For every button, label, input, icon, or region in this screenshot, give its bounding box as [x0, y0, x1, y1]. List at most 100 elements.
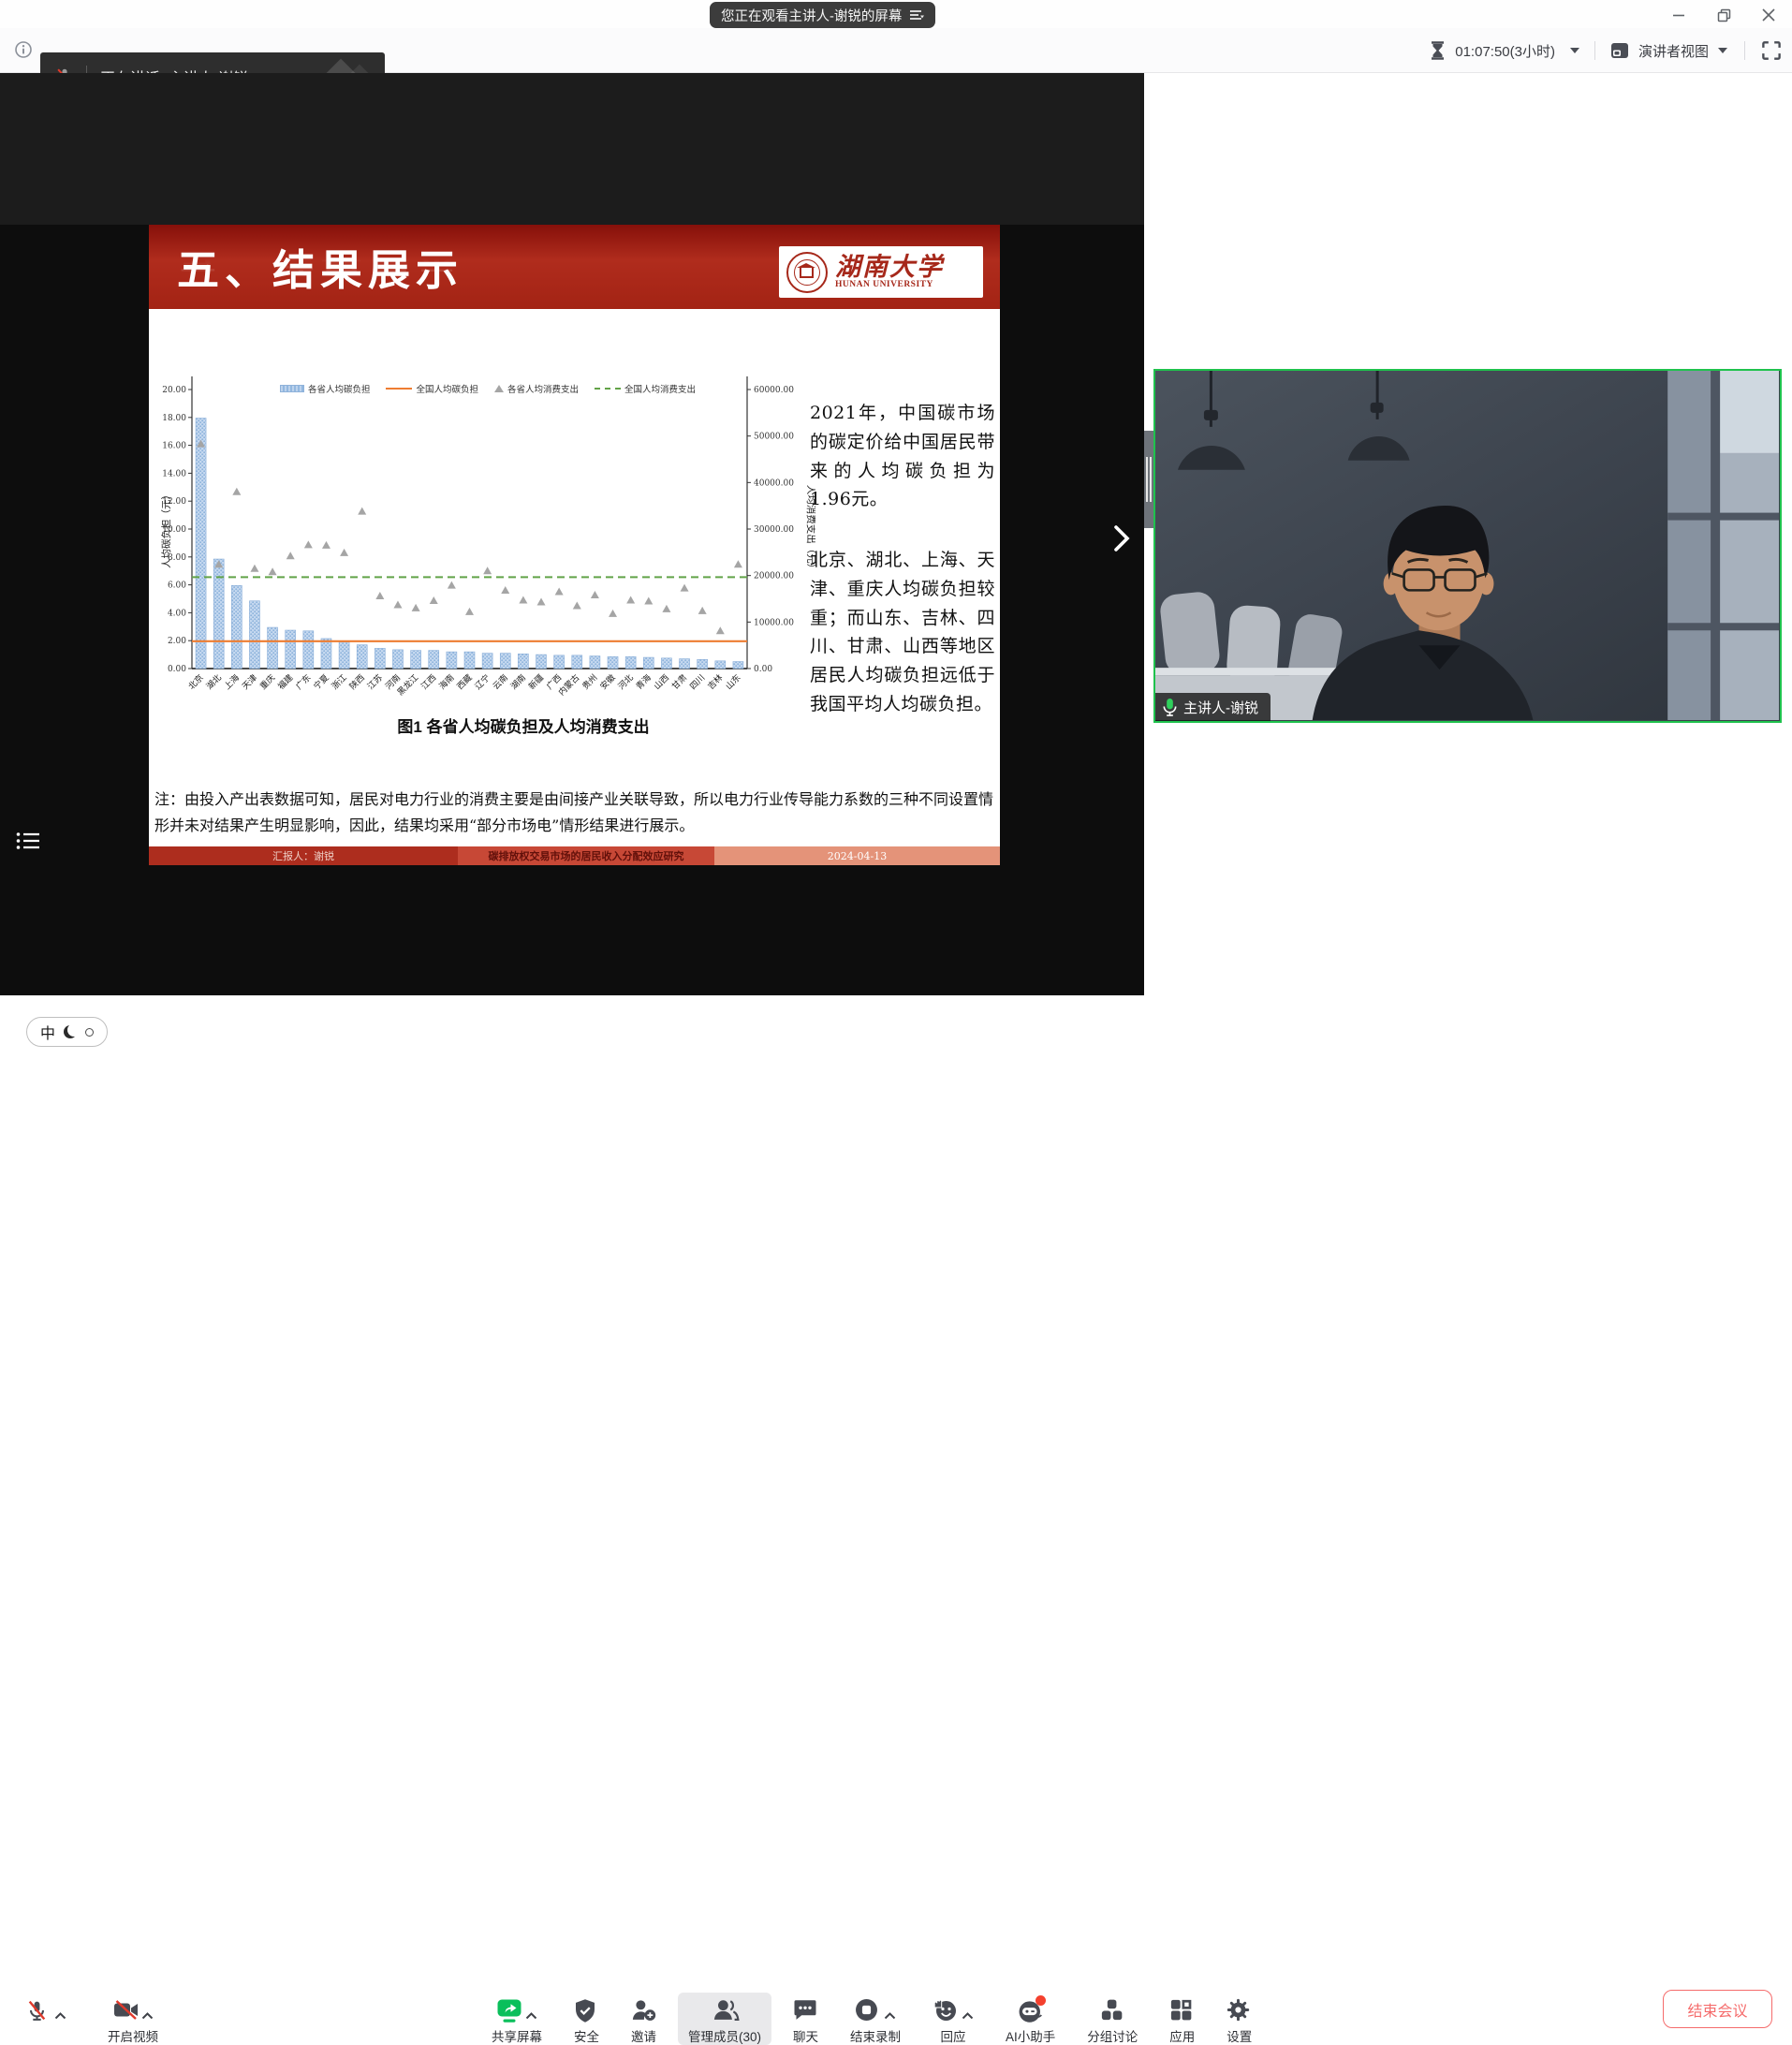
toolbar-item-members[interactable]: 管理成员(30) [678, 1993, 771, 2045]
share-screen-icon[interactable] [496, 1998, 521, 2023]
toolbar-item-chat[interactable]: 聊天 [783, 1993, 829, 2045]
carbon-burden-chart: 0.002.004.006.008.0010.0012.0014.0016.00… [160, 311, 815, 708]
svg-text:10000.00: 10000.00 [754, 618, 794, 627]
svg-text:青海: 青海 [634, 672, 654, 692]
breakout-icon[interactable] [1100, 1998, 1125, 2023]
meeting-info-icon[interactable] [15, 41, 32, 58]
legend-label: 全国人均消费支出 [624, 382, 696, 395]
legend-swatch-scatter-icon [494, 385, 504, 392]
speaker-video-tile[interactable]: 主讲人-谢锐 [1153, 369, 1782, 723]
mic-active-icon [1161, 697, 1179, 718]
legend-item: 全国人均消费支出 [595, 382, 696, 395]
svg-text:海南: 海南 [436, 672, 456, 692]
svg-text:18.00: 18.00 [162, 414, 186, 423]
timer-caret-icon[interactable] [1570, 48, 1579, 53]
apps-icon[interactable] [1169, 1998, 1195, 2023]
notification-badge [1036, 1995, 1046, 2006]
ime-indicator[interactable]: 中 [26, 1017, 108, 1047]
slide-footer-bar: 汇报人：谢锐 碳排放权交易市场的居民收入分配效应研究 2024-04-13 [149, 846, 1000, 865]
toolbar-item-stop-record[interactable]: 结束录制 [840, 1993, 911, 2045]
fullscreen-icon[interactable] [1762, 41, 1781, 60]
svg-text:江苏: 江苏 [365, 672, 385, 692]
svg-text:20000.00: 20000.00 [754, 572, 794, 581]
svg-text:0.00: 0.00 [754, 665, 772, 674]
toolbar-item-label: 结束录制 [850, 2026, 901, 2045]
meeting-timer: 01:07:50(3小时) [1455, 41, 1555, 61]
legend-swatch-line-icon [386, 388, 412, 390]
svg-text:云南: 云南 [491, 672, 510, 692]
watching-screen-label: 您正在观看主讲人-谢锐的屏幕 [721, 6, 902, 25]
toolbar-item-invite[interactable]: 邀请 [621, 1993, 667, 2045]
ime-language-label: 中 [40, 1021, 55, 1043]
shield-icon[interactable] [574, 1998, 599, 2023]
hourglass-icon [1430, 41, 1446, 60]
toolbar-item-label: 回应 [941, 2026, 966, 2045]
toolbar-item-camera[interactable]: 开启视频 [97, 1993, 169, 2045]
menu-arrow-icon[interactable] [909, 8, 924, 22]
legend-item: 全国人均碳负担 [386, 382, 478, 395]
svg-text:陕西: 陕西 [347, 672, 367, 692]
caret-up-icon[interactable] [54, 2012, 66, 2020]
minimize-button[interactable] [1665, 4, 1693, 26]
watching-screen-pill[interactable]: 您正在观看主讲人-谢锐的屏幕 [710, 2, 935, 28]
chat-icon[interactable] [793, 1998, 818, 2023]
caret-up-icon[interactable] [884, 2012, 896, 2020]
stop-record-icon[interactable] [855, 1998, 880, 2023]
svg-text:新疆: 新疆 [526, 672, 546, 692]
toolbar-item-mic[interactable] [15, 1993, 77, 2045]
invite-icon[interactable] [631, 1998, 656, 2023]
toolbar-item-security[interactable]: 安全 [564, 1993, 610, 2045]
svg-text:江西: 江西 [419, 672, 439, 692]
view-mode-caret-icon[interactable] [1718, 48, 1727, 53]
toolbar-item-ai[interactable]: AI小助手 [995, 1993, 1065, 2045]
members-icon[interactable] [712, 1998, 738, 2023]
university-name-cn: 湖南大学 [835, 255, 944, 280]
svg-text:贵州: 贵州 [580, 672, 599, 692]
view-mode-label[interactable]: 演讲者视图 [1638, 41, 1709, 61]
ai-assistant-icon[interactable] [1018, 1998, 1043, 2023]
svg-text:甘肃: 甘肃 [669, 672, 689, 692]
svg-text:40000.00: 40000.00 [754, 478, 794, 488]
svg-text:内蒙古: 内蒙古 [556, 672, 582, 699]
toolbar-item-label: 设置 [1226, 2026, 1252, 2045]
toolbar-item-label: 安全 [574, 2026, 599, 2045]
end-meeting-button[interactable]: 结束会议 [1663, 1990, 1772, 2028]
restore-button[interactable] [1710, 4, 1738, 26]
svg-text:6.00: 6.00 [168, 581, 186, 591]
svg-text:黑龙江: 黑龙江 [395, 672, 421, 699]
legend-swatch-dashed-line-icon [595, 388, 621, 390]
agenda-list-icon[interactable] [15, 830, 43, 856]
university-logo: 湖南大学 HUNAN UNIVERSITY [779, 246, 983, 298]
ime-punctuation-icon [85, 1028, 94, 1037]
toolbar-item-react[interactable]: 回应 [922, 1993, 984, 2045]
svg-text:16.00: 16.00 [162, 442, 186, 451]
svg-text:吉林: 吉林 [705, 672, 725, 692]
toolbar-item-share[interactable]: 共享屏幕 [481, 1993, 552, 2045]
toolbar-item-apps[interactable]: 应用 [1159, 1993, 1205, 2045]
expand-panel-chevron-icon[interactable] [1112, 524, 1133, 552]
slide-header-band: 五、结果展示 五、结果展示 湖南大学 HUNAN UNIVERSITY [149, 225, 1000, 309]
close-button[interactable] [1755, 4, 1783, 26]
toolbar-item-label: 聊天 [793, 2026, 818, 2045]
caret-up-icon[interactable] [962, 2012, 974, 2020]
react-icon[interactable] [933, 1998, 958, 2023]
svg-text:4.00: 4.00 [168, 609, 186, 618]
svg-text:北京: 北京 [185, 672, 205, 692]
caret-up-icon[interactable] [525, 2012, 537, 2020]
slide-title-reflection: 五、结果展示 [177, 249, 463, 280]
toolbar-item-settings[interactable]: 设置 [1216, 1993, 1262, 2045]
gear-icon[interactable] [1226, 1998, 1252, 2023]
toolbar-item-label: 共享屏幕 [492, 2026, 542, 2045]
camera-off-icon[interactable] [112, 1998, 138, 2023]
toolbar-item-label: 应用 [1169, 2026, 1195, 2045]
caret-up-icon[interactable] [141, 2012, 154, 2020]
insight-paragraph-1: 2021年，中国碳市场的碳定价给中国居民带来的人均碳负担为1.96元。 [810, 399, 995, 514]
legend-item: 各省人均消费支出 [494, 382, 579, 395]
panel-resize-grip[interactable] [1144, 431, 1153, 528]
divider [1594, 41, 1595, 60]
svg-text:重庆: 重庆 [257, 672, 277, 692]
toolbar-item-breakout[interactable]: 分组讨论 [1077, 1993, 1148, 2045]
mic-muted-icon[interactable] [25, 1998, 51, 2023]
insight-paragraph-2: 北京、湖北、上海、天津、重庆人均碳负担较重；而山东、吉林、四川、甘肃、山西等地区… [810, 546, 995, 719]
university-seal-icon [786, 252, 828, 293]
